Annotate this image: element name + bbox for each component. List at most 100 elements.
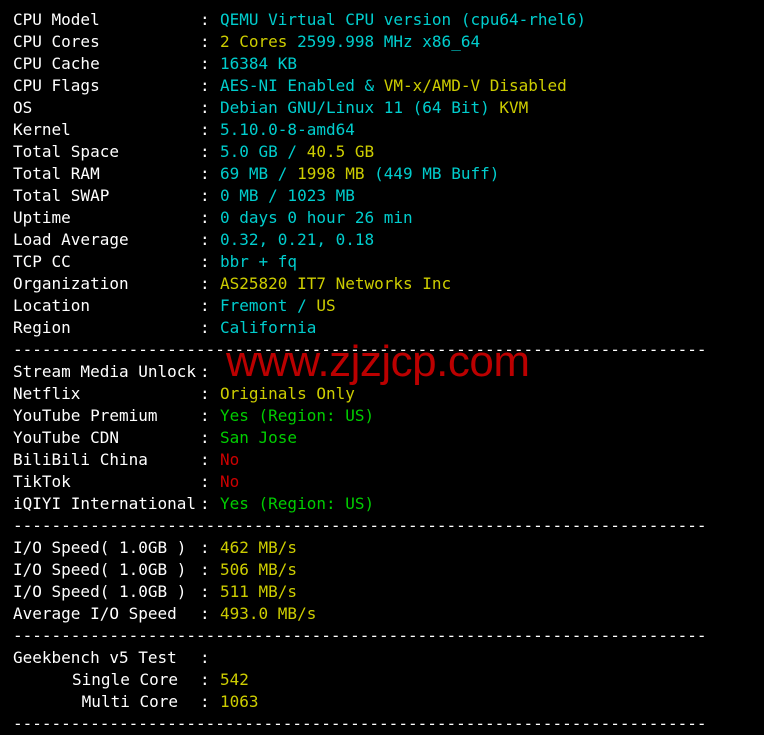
info-row-label: I/O Speed( 1.0GB ) [13,582,187,601]
info-row: CPU Model: QEMU Virtual CPU version (cpu6… [0,9,764,31]
info-row-value: 1063 [220,692,259,711]
info-row-value: 542 [220,670,249,689]
info-row: Single Core:542 [0,669,764,691]
info-row: Total Space:5.0 GB / 40.5 GB [0,141,764,163]
info-row-label: I/O Speed( 1.0GB ) [13,538,187,557]
section-divider-1: ----------------------------------------… [13,340,707,359]
info-row-colon: : [200,10,210,29]
info-row-value: KVM [499,98,529,117]
info-row-colon: : [200,98,210,117]
info-row-value: VM-x/AMD-V Disabled [383,76,567,95]
info-row: Organization: AS25820 IT7 Networks Inc [0,273,764,295]
info-row-value: AES-NI Enabled & [220,76,384,95]
info-row: Load Average:0.32, 0.21, 0.18 [0,229,764,251]
info-row-colon: : [200,230,210,249]
info-row-label: Uptime [13,208,71,227]
info-row-value: 5.10.0-8-amd64 [220,120,355,139]
info-row-label: Region [13,318,71,337]
info-row-label: Average I/O Speed [13,604,177,623]
info-row: Multi Core:1063 [0,691,764,713]
info-row-colon: : [200,450,210,469]
info-row-label: OS [13,98,33,117]
info-row: Uptime:0 days 0 hour 26 min [0,207,764,229]
section-divider-3: ----------------------------------------… [13,626,707,645]
info-row: Stream Media Unlock: [0,361,764,383]
info-row: YouTube CDN: San Jose [0,427,764,449]
geekbench-section: Geekbench v5 Test: Single Core:542 Multi C… [0,647,764,713]
info-row-value: No [220,450,240,469]
info-row: Location: Fremont / US [0,295,764,317]
info-row-value: 69 MB / [220,164,298,183]
info-row: CPU Flags: AES-NI Enabled & VM-x/AMD-V Di… [0,75,764,97]
info-row-colon: : [200,186,210,205]
info-row-label: Multi Core [81,692,178,711]
info-row-colon: : [200,76,210,95]
info-row-label: CPU Cache [13,54,100,73]
info-row-colon: : [200,318,210,337]
info-row-value: 5.0 GB / [220,142,307,161]
info-row-value: Yes (Region: US) [220,494,375,513]
info-row-colon: : [200,670,210,689]
info-row-value: 0 MB / 1023 MB [220,186,355,205]
info-row-colon: : [200,208,210,227]
info-row-value: Originals Only [220,384,355,403]
info-row-colon: : [200,384,210,403]
info-row-label: BiliBili China [13,450,148,469]
info-row-label: YouTube Premium [13,406,158,425]
info-row-colon: : [200,582,210,601]
info-row-colon: : [200,538,210,557]
info-row-colon: : [200,32,210,51]
info-row: I/O Speed( 1.0GB ):506 MB/s [0,559,764,581]
info-row-value: (449 MB Buff) [374,164,500,183]
info-row: Netflix: Originals Only [0,383,764,405]
info-row-value: Fremont / [220,296,317,315]
info-row-label: Load Average [13,230,129,249]
info-row-label: Stream Media Unlock [13,362,197,381]
stream-media-section: Stream Media Unlock: Netflix: Originals On… [0,361,764,515]
info-row-colon: : [200,406,210,425]
info-row-value: QEMU Virtual CPU version (cpu64-rhel6) [220,10,587,29]
info-row-value: Debian GNU/Linux 11 (64 Bit) [220,98,500,117]
info-row-colon: : [200,164,210,183]
info-row-label: Total RAM [13,164,100,183]
info-row-value: 2 Cores [220,32,298,51]
info-row-value: 511 MB/s [220,582,298,601]
info-row: TikTok: No [0,471,764,493]
info-row-value: 16384 KB [220,54,298,73]
info-row-colon: : [200,120,210,139]
info-row-value: AS25820 IT7 Networks Inc [220,274,452,293]
info-row-value: California [220,318,317,337]
info-row-label: iQIYI International [13,494,197,513]
info-row-value: No [220,472,240,491]
info-row-label: Kernel [13,120,71,139]
info-row-value: 2599.998 MHz x86_64 [297,32,481,51]
info-row-value: 462 MB/s [220,538,298,557]
info-row-value: 40.5 GB [306,142,375,161]
info-row-colon: : [200,142,210,161]
info-row-colon: : [200,296,210,315]
info-row: iQIYI International: Yes (Region: US) [0,493,764,515]
info-row-label: CPU Cores [13,32,100,51]
section-divider-2: ----------------------------------------… [13,516,707,535]
info-row-colon: : [200,362,210,381]
info-row-colon: : [200,692,210,711]
section-divider-4: ----------------------------------------… [13,714,707,733]
info-row-label: TikTok [13,472,71,491]
info-row-value: San Jose [220,428,298,447]
info-row-value: US [316,296,336,315]
info-row-value: bbr + fq [220,252,298,271]
info-row-label: Total SWAP [13,186,110,205]
info-row-label: Organization [13,274,129,293]
info-row-colon: : [200,54,210,73]
info-row-label: Location [13,296,91,315]
info-row-value: 1998 MB [297,164,375,183]
info-row: Kernel:5.10.0-8-amd64 [0,119,764,141]
info-row: OS: Debian GNU/Linux 11 (64 Bit) KVM [0,97,764,119]
info-row: Average I/O Speed:493.0 MB/s [0,603,764,625]
info-row-label: TCP CC [13,252,71,271]
info-row-colon: : [200,472,210,491]
info-row: CPU Cache:16384 KB [0,53,764,75]
info-row: BiliBili China: No [0,449,764,471]
info-row: Total RAM:69 MB / 1998 MB (449 MB Buff) [0,163,764,185]
system-info-section: CPU Model: QEMU Virtual CPU version (cpu6… [0,9,764,339]
